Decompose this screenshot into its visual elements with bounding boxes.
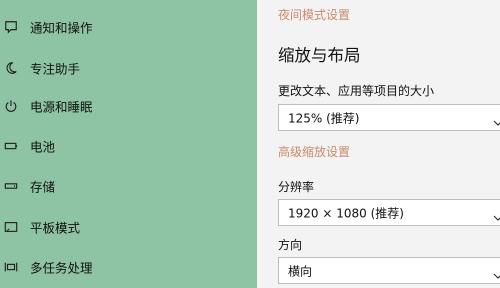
scale-label: 更改文本、应用等项目的大小 — [278, 84, 435, 98]
power-icon — [3, 98, 19, 114]
settings-sidebar: 通知和操作 专注助手 电源和睡眠 电池 存储 平板模式 多任务处理 — [0, 0, 257, 288]
moon-icon — [3, 60, 19, 76]
night-mode-settings-link[interactable]: 夜间模式设置 — [278, 6, 350, 23]
sidebar-item-label: 多任务处理 — [30, 260, 93, 276]
sidebar-item-label: 电池 — [30, 139, 56, 155]
orientation-label: 方向 — [278, 238, 303, 252]
battery-icon — [3, 138, 19, 154]
sidebar-item-power-sleep[interactable]: 电源和睡眠 — [0, 89, 257, 123]
sidebar-item-focus-assist[interactable]: 专注助手 — [0, 51, 257, 85]
multitask-icon — [3, 259, 19, 275]
chevron-down-icon — [493, 208, 500, 221]
sidebar-item-multitasking[interactable]: 多任务处理 — [0, 250, 257, 284]
sidebar-item-label: 电源和睡眠 — [30, 99, 93, 115]
sidebar-item-storage[interactable]: 存储 — [0, 169, 257, 203]
resolution-dropdown-value: 1920 × 1080 (推荐) — [288, 206, 404, 220]
scale-dropdown[interactable]: 125% (推荐) — [278, 104, 500, 131]
notification-icon — [3, 19, 19, 35]
resolution-dropdown[interactable]: 1920 × 1080 (推荐) — [278, 199, 500, 226]
sidebar-item-label: 存储 — [30, 179, 56, 195]
sidebar-item-notifications[interactable]: 通知和操作 — [0, 10, 257, 44]
sidebar-item-label: 专注助手 — [30, 61, 81, 77]
orientation-dropdown-value: 横向 — [288, 264, 313, 278]
display-settings-panel: 夜间模式设置 缩放与布局 更改文本、应用等项目的大小 125% (推荐) 高级缩… — [257, 0, 500, 288]
chevron-down-icon — [493, 113, 500, 126]
sidebar-item-tablet-mode[interactable]: 平板模式 — [0, 210, 257, 244]
tablet-icon — [3, 219, 19, 235]
resolution-label: 分辨率 — [278, 180, 315, 194]
section-title-scale-layout: 缩放与布局 — [278, 46, 361, 65]
sidebar-item-label: 平板模式 — [30, 220, 81, 236]
chevron-down-icon — [493, 266, 500, 279]
advanced-scaling-link[interactable]: 高级缩放设置 — [278, 143, 350, 160]
orientation-dropdown[interactable]: 横向 — [278, 257, 500, 284]
sidebar-item-label: 通知和操作 — [30, 20, 93, 36]
sidebar-item-battery[interactable]: 电池 — [0, 129, 257, 163]
storage-icon — [3, 178, 19, 194]
scale-dropdown-value: 125% (推荐) — [288, 111, 360, 125]
